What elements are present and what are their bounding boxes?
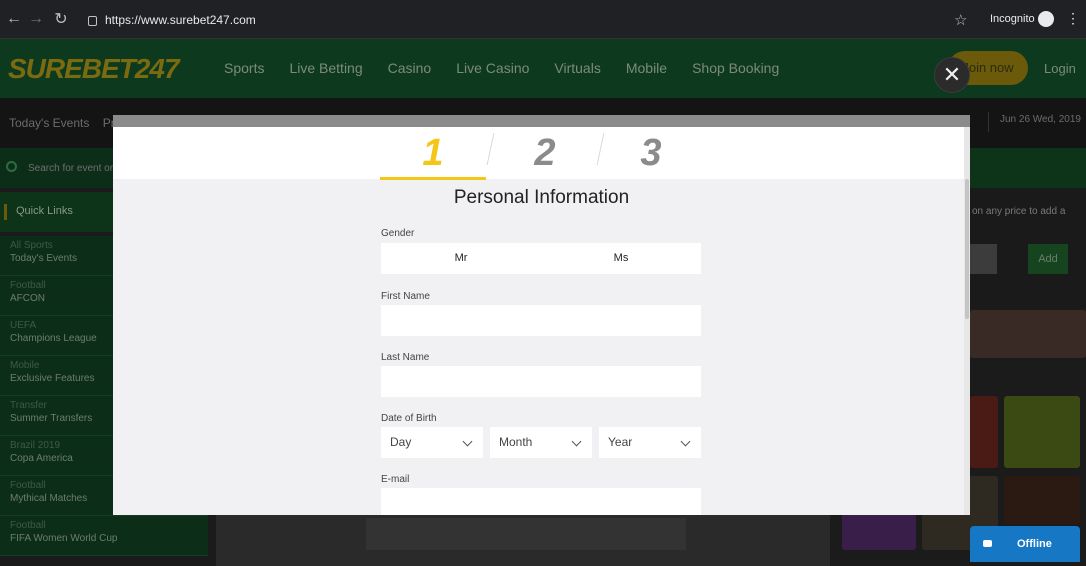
quick-link-item[interactable]: Football FIFA Women World Cup <box>0 516 208 556</box>
first-name-field[interactable] <box>381 305 701 336</box>
url-text: https://www.surebet247.com <box>105 12 256 27</box>
betslip-header <box>970 148 1086 188</box>
nav-virtuals[interactable]: Virtuals <box>554 60 600 76</box>
chat-status: Offline <box>1017 538 1052 550</box>
chevron-down-icon <box>462 436 473 447</box>
last-name-label: Last Name <box>381 352 430 363</box>
browser-menu-icon[interactable]: ⋮ <box>1066 10 1080 27</box>
close-modal-button[interactable]: ✕ <box>934 57 970 93</box>
dob-day-select[interactable]: Day <box>381 427 483 458</box>
registration-modal: 1 2 3 Personal Information Gender Mr Ms … <box>113 115 970 515</box>
betslip-panel: on any price to add a Add <box>970 190 1086 308</box>
nav-mobile[interactable]: Mobile <box>626 60 667 76</box>
nav-shop-booking[interactable]: Shop Booking <box>692 60 779 76</box>
dob-year-select[interactable]: Year <box>599 427 701 458</box>
game-thumbnail[interactable] <box>1004 396 1080 468</box>
search-placeholder: Search for event or <box>28 163 114 174</box>
content-placeholder <box>366 518 686 550</box>
logo-text: SUREBET247 <box>8 53 180 84</box>
nav-live-betting[interactable]: Live Betting <box>289 60 362 76</box>
nav-sports[interactable]: Sports <box>224 60 264 76</box>
incognito-icon <box>1038 11 1054 27</box>
main-content-background <box>216 514 830 566</box>
dob-label: Date of Birth <box>381 413 437 424</box>
dob-day-value: Day <box>390 435 412 449</box>
first-name-label: First Name <box>381 291 430 302</box>
chevron-down-icon <box>680 436 691 447</box>
chevron-down-icon <box>571 436 582 447</box>
today-events-link[interactable]: Today's Events Pr <box>9 116 115 130</box>
site-logo[interactable]: SUREBET247 <box>8 53 180 85</box>
step-3: 3 <box>640 132 662 174</box>
forward-icon[interactable]: → <box>22 10 50 28</box>
nav-casino[interactable]: Casino <box>388 60 432 76</box>
address-bar[interactable]: https://www.surebet247.com <box>78 8 978 31</box>
search-icon <box>6 161 17 172</box>
dob-month-select[interactable]: Month <box>490 427 592 458</box>
booking-code-input[interactable] <box>970 244 997 274</box>
today-events-label: Today's Events <box>9 116 90 130</box>
live-casino-thumbnail[interactable] <box>970 310 1086 358</box>
quick-link-category: Football <box>10 520 46 531</box>
email-label: E-mail <box>381 474 410 485</box>
chat-icon <box>983 540 992 547</box>
gender-ms-option[interactable]: Ms <box>541 243 701 274</box>
game-thumbnail[interactable] <box>1004 476 1080 524</box>
live-chat-button[interactable]: Offline <box>970 526 1080 562</box>
bookmark-star-icon[interactable]: ☆ <box>954 11 967 29</box>
lock-icon <box>88 15 97 26</box>
modal-title: Personal Information <box>453 187 630 208</box>
betslip-hint: on any price to add a <box>972 206 1066 217</box>
quick-links-title: Quick Links <box>16 205 73 217</box>
last-name-field[interactable] <box>381 366 701 397</box>
game-thumbnail[interactable] <box>970 396 998 468</box>
quick-link-name: FIFA Women World Cup <box>10 533 118 544</box>
main-nav: Sports Live Betting Casino Live Casino V… <box>224 60 804 76</box>
modal-top-border <box>113 115 970 127</box>
step-2: 2 <box>534 132 556 174</box>
modal-scrollbar-thumb[interactable] <box>965 179 969 319</box>
browser-toolbar: ← → ↻ https://www.surebet247.com ☆ Incog… <box>0 0 1086 38</box>
site-header: SUREBET247 Sports Live Betting Casino Li… <box>0 38 1086 98</box>
nav-live-casino[interactable]: Live Casino <box>456 60 529 76</box>
gender-mr-option[interactable]: Mr <box>381 243 541 274</box>
gender-toggle: Mr Ms <box>381 243 701 274</box>
gender-label: Gender <box>381 228 415 239</box>
login-link[interactable]: Login <box>1044 61 1076 76</box>
reload-icon[interactable]: ↻ <box>47 9 75 29</box>
divider <box>988 112 989 132</box>
incognito-label: Incognito <box>990 13 1035 25</box>
dob-month-value: Month <box>499 435 533 449</box>
email-field[interactable] <box>381 488 701 515</box>
dob-year-value: Year <box>608 435 633 449</box>
step-1: 1 <box>380 131 486 180</box>
step-indicator: 1 2 3 <box>113 127 970 180</box>
accent-bar <box>4 204 7 220</box>
current-date: Jun 26 Wed, 2019 <box>1000 114 1081 125</box>
add-button[interactable]: Add <box>1028 244 1068 274</box>
